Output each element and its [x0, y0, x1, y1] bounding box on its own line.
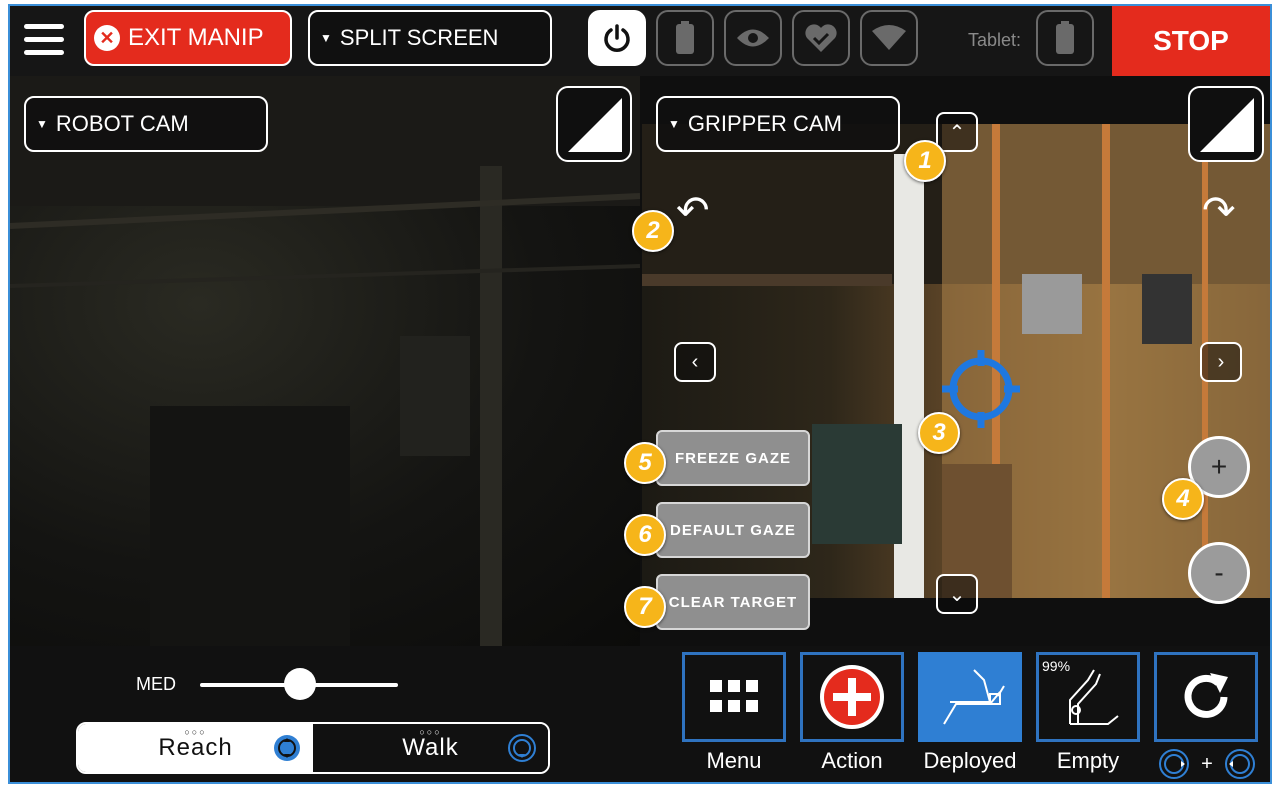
- empty-label: Empty: [1056, 748, 1120, 773]
- deployed-button[interactable]: [918, 652, 1022, 742]
- callout-badge: 5: [624, 442, 666, 484]
- pan-up-button[interactable]: ⌃: [936, 112, 978, 152]
- gripper-percent: 99%: [1042, 658, 1071, 674]
- speed-label: MED: [136, 674, 176, 694]
- wifi-icon: [872, 25, 906, 50]
- battery-icon: [676, 21, 694, 54]
- pan-left-button[interactable]: ‹: [674, 342, 716, 382]
- deployed-label: Deployed: [923, 748, 1017, 773]
- arm-deployed-icon: [943, 669, 1005, 725]
- exit-manip-button[interactable]: ✕ EXIT MANIP: [84, 10, 292, 66]
- chevron-up-icon: ⌃: [948, 121, 966, 144]
- tablet-battery-icon: [1056, 21, 1074, 54]
- callout-badge: 3: [918, 412, 960, 454]
- callout-badge: 1: [904, 140, 946, 182]
- top-bar: ✕ EXIT MANIP ▼ SPLIT SCREEN Tablet: STOP: [10, 6, 1270, 76]
- close-icon: ✕: [94, 25, 120, 51]
- fullscreen-icon: [568, 88, 622, 152]
- chevron-right-icon: ›: [1217, 350, 1225, 373]
- caret-down-icon: ▼: [36, 117, 48, 131]
- network-status-button[interactable]: [860, 10, 918, 66]
- health-status-button[interactable]: [792, 10, 850, 66]
- refresh-button[interactable]: [1154, 652, 1258, 742]
- default-gaze-button[interactable]: DEFAULT GAZE: [656, 502, 810, 558]
- robot-cam-feed: [10, 76, 640, 646]
- dots-indicator: ○○○: [419, 727, 442, 737]
- power-icon: [604, 24, 630, 52]
- menu-label: Menu: [706, 748, 762, 773]
- vision-status-button[interactable]: [724, 10, 782, 66]
- controller-stick-icon: [508, 734, 536, 762]
- gripper-cam-fullscreen-button[interactable]: [1188, 86, 1264, 162]
- caret-down-icon: ▼: [320, 31, 332, 45]
- gripper-cam-label: GRIPPER CAM: [687, 111, 842, 136]
- robot-cam-label: ROBOT CAM: [55, 111, 189, 136]
- target-crosshair-icon[interactable]: [942, 350, 1020, 428]
- chevron-left-icon: ‹: [691, 350, 699, 373]
- refresh-icon: [1184, 673, 1228, 718]
- controller-stick-icon: [1159, 749, 1189, 779]
- reach-label: Reach: [158, 734, 233, 761]
- speed-slider-thumb[interactable]: [284, 668, 316, 700]
- battery-status-button[interactable]: [656, 10, 714, 66]
- freeze-gaze-button[interactable]: FREEZE GAZE: [656, 430, 810, 486]
- add-icon: [820, 665, 884, 729]
- empty-button[interactable]: 99%: [1036, 652, 1140, 742]
- layout-dropdown-label: SPLIT SCREEN: [339, 25, 499, 50]
- exit-manip-label: EXIT MANIP: [128, 24, 264, 51]
- chevron-down-icon: ⌄: [948, 583, 966, 606]
- robot-cam-view[interactable]: [10, 76, 640, 646]
- clear-target-button[interactable]: CLEAR TARGET: [656, 574, 810, 630]
- grid-icon: [710, 680, 758, 712]
- power-button[interactable]: [588, 10, 646, 66]
- hamburger-menu-icon[interactable]: [24, 24, 64, 56]
- fullscreen-icon: [1200, 88, 1254, 152]
- plus-label: +: [1201, 752, 1213, 775]
- callout-badge: 2: [632, 210, 674, 252]
- controller-stick-icon: [1225, 749, 1255, 779]
- menu-button[interactable]: [682, 652, 786, 742]
- dots-indicator: ○○○: [184, 727, 207, 737]
- robot-cam-dropdown[interactable]: ▼ ROBOT CAM: [24, 96, 268, 152]
- callout-badge: 7: [624, 586, 666, 628]
- rotate-cw-icon: ↷: [1202, 189, 1236, 233]
- caret-down-icon: ▼: [668, 117, 680, 131]
- walk-label: Walk: [402, 734, 459, 761]
- action-label: Action: [821, 748, 883, 773]
- eye-icon: [737, 29, 769, 47]
- robot-control-app: ✕ EXIT MANIP ▼ SPLIT SCREEN Tablet: STOP: [8, 4, 1272, 784]
- rotate-ccw-button[interactable]: ↶: [676, 188, 710, 234]
- rotate-ccw-icon: ↶: [676, 189, 710, 233]
- rotate-cw-button[interactable]: ↷: [1202, 188, 1236, 234]
- heart-check-icon: [805, 24, 837, 52]
- layout-dropdown[interactable]: ▼ SPLIT SCREEN: [308, 10, 552, 66]
- pan-right-button[interactable]: ›: [1200, 342, 1242, 382]
- stop-button[interactable]: STOP: [1112, 6, 1270, 76]
- robot-cam-fullscreen-button[interactable]: [556, 86, 632, 162]
- zoom-out-button[interactable]: -: [1188, 542, 1250, 604]
- tablet-label: Tablet:: [968, 30, 1022, 50]
- callout-badge: 4: [1162, 478, 1204, 520]
- controller-stick-icon: [274, 735, 300, 761]
- refresh-shortcut: +: [1158, 748, 1256, 780]
- callout-badge: 6: [624, 514, 666, 556]
- walk-mode-button[interactable]: ○○○ Walk: [313, 724, 548, 772]
- tablet-battery-button[interactable]: [1036, 10, 1094, 66]
- pan-down-button[interactable]: ⌄: [936, 574, 978, 614]
- reach-mode-button[interactable]: ○○○ Reach: [78, 724, 313, 772]
- action-button[interactable]: [800, 652, 904, 742]
- mode-toggle: ○○○ Reach ○○○ Walk: [76, 722, 550, 774]
- gripper-cam-dropdown[interactable]: ▼ GRIPPER CAM: [656, 96, 900, 152]
